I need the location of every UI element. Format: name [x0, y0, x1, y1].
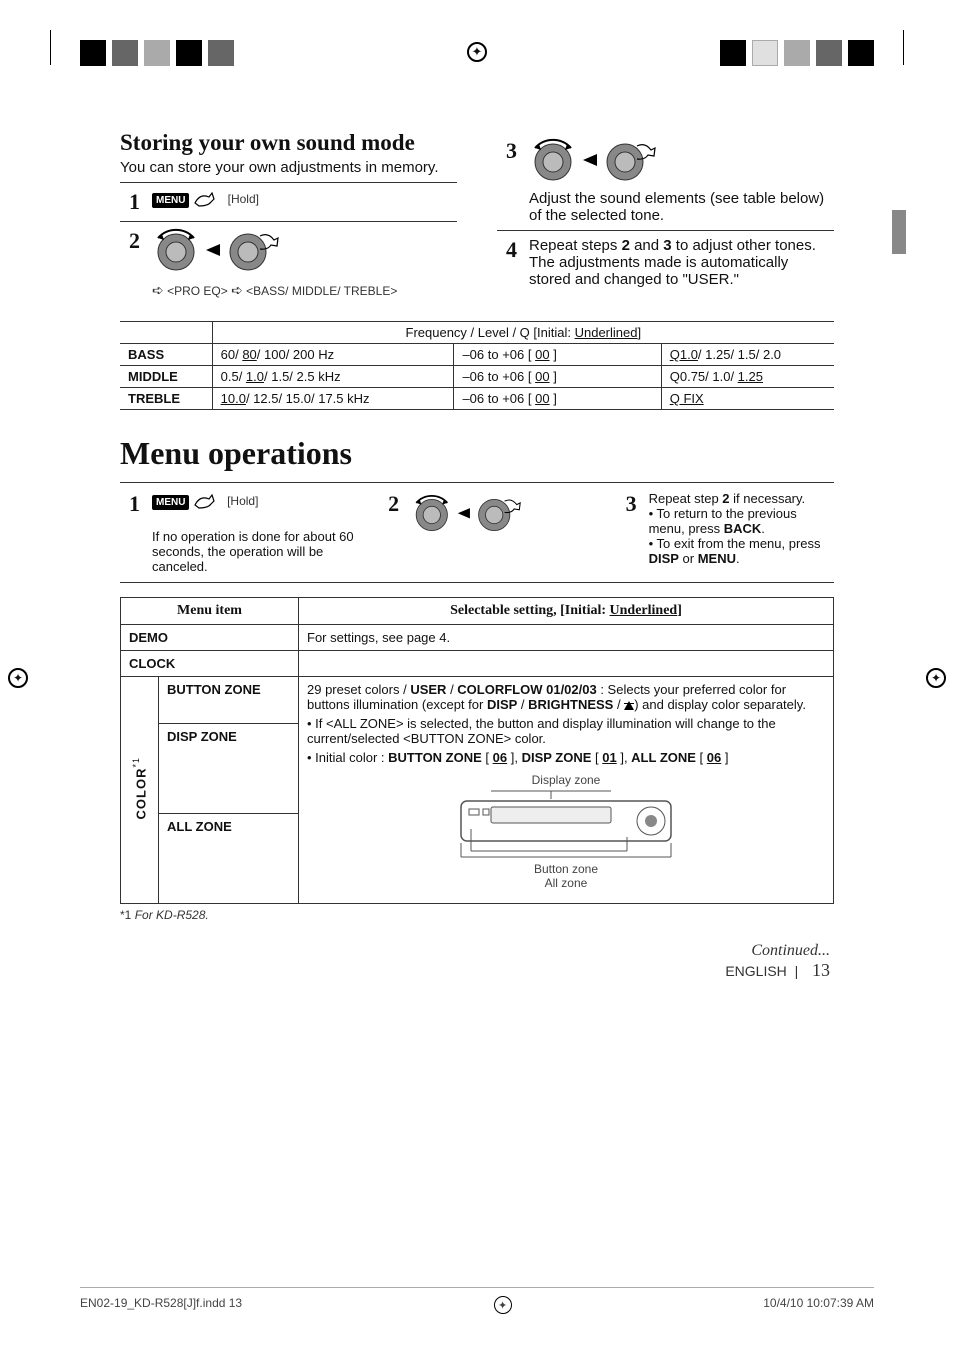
menu-button-graphic: MENU	[152, 189, 221, 211]
print-registration-top	[0, 0, 954, 70]
step-num-3: 3	[497, 138, 517, 164]
color-settings-cell: 29 preset colors / USER / COLORFLOW 01/0…	[299, 677, 834, 904]
frequency-table: Frequency / Level / Q [Initial: Underlin…	[120, 321, 834, 410]
menu-button-graphic-2: MENU	[152, 491, 221, 513]
page-tab	[892, 210, 906, 254]
section-title: Storing your own sound mode	[120, 130, 457, 156]
table-row: DEMO For settings, see page 4.	[121, 625, 834, 651]
document-print-footer: EN02-19_KD-R528[J]f.indd 13 ✦ 10/4/10 10…	[80, 1287, 874, 1314]
table-row: COLOR*1 BUTTON ZONE 29 preset colors / U…	[121, 677, 834, 724]
step-num-1: 1	[120, 189, 140, 215]
table-row: BASS 60/ 80/ 100/ 200 Hz –06 to +06 [ 00…	[120, 344, 834, 366]
table-row: MIDDLE 0.5/ 1.0/ 1.5/ 2.5 kHz –06 to +06…	[120, 366, 834, 388]
doc-timestamp: 10/4/10 10:07:39 AM	[763, 1296, 874, 1314]
step4-cont: The adjustments made is automatically st…	[529, 254, 788, 288]
doc-file-name: EN02-19_KD-R528[J]f.indd 13	[80, 1296, 242, 1314]
eject-icon	[624, 701, 634, 710]
footnote: *1 For KD-R528.	[120, 908, 834, 922]
table-row: TREBLE 10.0/ 12.5/ 15.0/ 17.5 kHz –06 to…	[120, 388, 834, 410]
th-menu-item: Menu item	[121, 598, 299, 625]
table-row: CLOCK	[121, 651, 834, 677]
step3-text: Adjust the sound elements (see table bel…	[529, 190, 834, 224]
dial-turn-press-icon-3	[411, 491, 541, 539]
hold-label: [Hold]	[228, 192, 259, 206]
step2-path: ➪ <PRO EQ> ➪ <BASS/ MIDDLE/ TREBLE>	[152, 282, 457, 299]
menu-settings-table: Menu item Selectable setting, [Initial: …	[120, 597, 834, 904]
menu-operations-title: Menu operations	[120, 435, 834, 472]
dial-turn-press-icon-2	[529, 138, 679, 186]
reg-mark-bottom: ✦	[494, 1296, 512, 1314]
section-intro: You can store your own adjustments in me…	[120, 159, 457, 176]
page-footer: Continued... ENGLISH | 13	[120, 942, 834, 981]
reg-mark-left	[8, 668, 28, 688]
page-content: Storing your own sound mode You can stor…	[0, 70, 954, 1021]
menu-step-1-num: 1	[120, 491, 140, 517]
menu-hold: [Hold]	[227, 494, 258, 508]
zone-diagram: Display zone	[307, 765, 825, 898]
menu-ops-steps: 1 MENU [Hold] If no operation is done fo…	[120, 482, 834, 583]
step4-text: Repeat steps 2 and 3 to adjust other ton…	[529, 237, 816, 254]
step-num-2: 2	[120, 228, 140, 254]
step-num-4: 4	[497, 237, 517, 263]
dial-turn-press-icon	[152, 228, 302, 276]
menu-step1-note: If no operation is done for about 60 sec…	[152, 529, 359, 574]
th-selectable: Selectable setting, [Initial: Underlined…	[299, 598, 834, 625]
menu-step-3-num: 3	[617, 491, 637, 517]
reg-mark-right	[926, 668, 946, 688]
menu-step-2-num: 2	[379, 491, 399, 517]
